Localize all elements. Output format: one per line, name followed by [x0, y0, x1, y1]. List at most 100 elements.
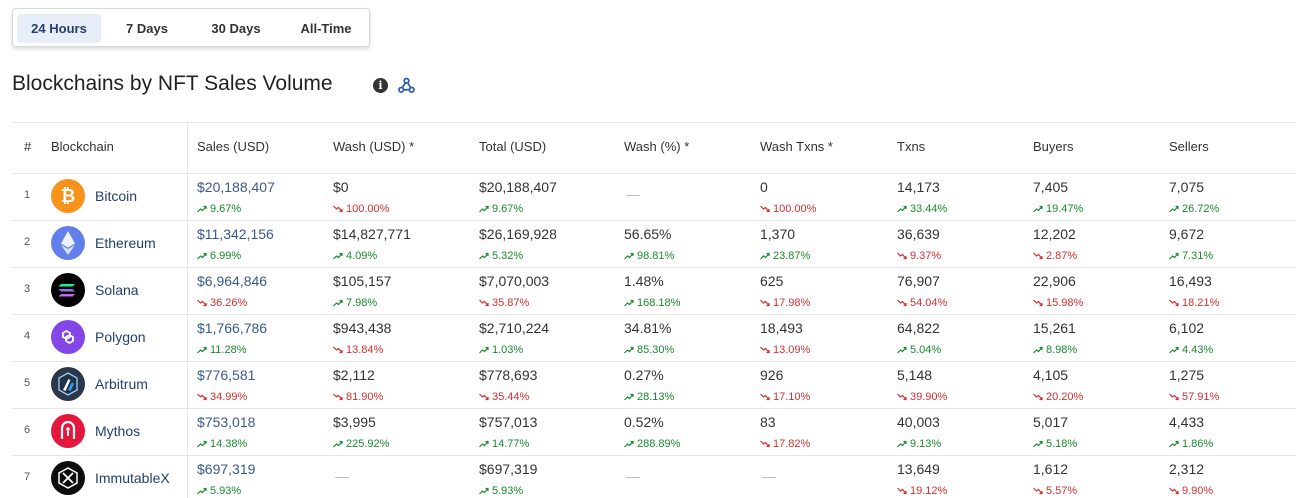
change-up-badge: 26.72% [1169, 203, 1219, 215]
column-header[interactable]: Sales (USD) [197, 139, 269, 154]
column-header: Blockchain [51, 139, 114, 154]
column-header[interactable]: Txns [897, 139, 925, 154]
row-index: 3 [24, 283, 31, 295]
sales-value[interactable]: $697,319 [197, 461, 255, 477]
column-header[interactable]: Total (USD) [479, 139, 546, 154]
blockchain-name-link[interactable]: Ethereum [95, 235, 156, 251]
time-range-tabs: 24 Hours 7 Days 30 Days All-Time [12, 8, 370, 47]
sellers-value: 7,075 [1169, 179, 1205, 195]
wash-value: $0 [333, 179, 349, 195]
change-down-badge: 34.99% [197, 391, 247, 403]
buyers-value: 4,105 [1033, 367, 1069, 383]
change-up-badge: 5.93% [479, 485, 523, 497]
total-value: $2,710,224 [479, 320, 550, 336]
change-down-badge: 5.57% [1033, 485, 1077, 497]
total-value: $26,169,928 [479, 226, 557, 242]
tab-30-days[interactable]: 30 Days [193, 14, 279, 43]
blockchain-name-link[interactable]: Polygon [95, 329, 146, 345]
change-down-badge: 2.87% [1033, 250, 1077, 262]
buyers-value: 1,612 [1033, 461, 1069, 477]
polygon-logo-icon[interactable] [51, 320, 85, 354]
column-header[interactable]: Wash (%) * [624, 139, 689, 154]
row-index: 5 [24, 377, 31, 389]
ethereum-logo-icon[interactable] [51, 226, 85, 260]
tab-all-time[interactable]: All-Time [287, 14, 365, 43]
wash-pct-value: 34.81% [624, 320, 672, 336]
sales-value[interactable]: $20,188,407 [197, 179, 275, 195]
blockchain-name-link[interactable]: Solana [95, 282, 139, 298]
arbitrum-logo-icon[interactable] [51, 367, 85, 401]
total-value: $7,070,003 [479, 273, 550, 289]
change-up-badge: 5.18% [1033, 438, 1077, 450]
change-down-badge: 35.44% [479, 391, 529, 403]
wash-txns-value: 83 [760, 414, 776, 430]
txns-value: 5,148 [897, 367, 933, 383]
change-up-badge: 14.77% [479, 438, 529, 450]
change-down-badge: 57.91% [1169, 391, 1219, 403]
info-icon[interactable]: i [373, 78, 388, 93]
change-up-badge: 288.89% [624, 438, 680, 450]
wash-pct-value: 0.52% [624, 414, 664, 430]
change-down-badge: 9.90% [1169, 485, 1213, 497]
empty-value: — [626, 468, 640, 484]
wash-value: $3,995 [333, 414, 376, 430]
mythos-logo-icon[interactable] [51, 414, 85, 448]
wash-txns-value: 625 [760, 273, 784, 289]
bitcoin-logo-icon[interactable]: ₿ [51, 179, 85, 213]
row-index: 1 [24, 189, 31, 201]
column-header[interactable]: Wash Txns * [760, 139, 833, 154]
sellers-value: 4,433 [1169, 414, 1205, 430]
change-up-badge: 28.13% [624, 391, 674, 403]
solana-logo-icon[interactable] [51, 273, 85, 307]
change-down-badge: 9.37% [897, 250, 941, 262]
column-header[interactable]: Sellers [1169, 139, 1209, 154]
change-up-badge: 9.13% [897, 438, 941, 450]
change-up-badge: 19.47% [1033, 203, 1083, 215]
sales-value[interactable]: $11,342,156 [197, 226, 274, 242]
column-header: # [24, 139, 32, 154]
change-up-badge: 7.98% [333, 297, 377, 309]
change-down-badge: 13.84% [333, 344, 383, 356]
blockchain-name-link[interactable]: Bitcoin [95, 188, 137, 204]
sales-value[interactable]: $753,018 [197, 414, 255, 430]
change-up-badge: 1.03% [479, 344, 523, 356]
change-up-badge: 6.99% [197, 250, 241, 262]
sellers-value: 2,312 [1169, 461, 1205, 477]
row-index: 2 [24, 236, 31, 248]
column-header[interactable]: Buyers [1033, 139, 1073, 154]
wash-txns-value: 1,370 [760, 226, 796, 242]
total-value: $697,319 [479, 461, 538, 477]
change-down-badge: 35.87% [479, 297, 529, 309]
change-down-badge: 18.21% [1169, 297, 1219, 309]
wash-value: $2,112 [333, 367, 375, 383]
change-down-badge: 17.82% [760, 438, 810, 450]
total-value: $757,013 [479, 414, 538, 430]
txns-value: 36,639 [897, 226, 940, 242]
sales-value[interactable]: $776,581 [197, 367, 255, 383]
buyers-value: 22,906 [1033, 273, 1076, 289]
blockchain-name-link[interactable]: Mythos [95, 423, 140, 439]
blockchain-name-link[interactable]: ImmutableX [95, 470, 170, 486]
empty-value: — [335, 468, 349, 484]
sales-value[interactable]: $6,964,846 [197, 273, 267, 289]
change-down-badge: 39.90% [897, 391, 947, 403]
change-up-badge: 98.81% [624, 250, 674, 262]
wash-txns-value: 0 [760, 179, 768, 195]
blockchain-name-link[interactable]: Arbitrum [95, 376, 148, 392]
column-header[interactable]: Wash (USD) * [333, 139, 414, 154]
buyers-value: 7,405 [1033, 179, 1069, 195]
change-up-badge: 23.87% [760, 250, 810, 262]
wash-txns-value: 18,493 [760, 320, 803, 336]
page-title: Blockchains by NFT Sales Volume [12, 72, 333, 95]
tab-7-days[interactable]: 7 Days [109, 14, 185, 43]
sales-value[interactable]: $1,766,786 [197, 320, 267, 336]
change-up-badge: 225.92% [333, 438, 389, 450]
change-down-badge: 100.00% [333, 203, 389, 215]
webhook-icon[interactable] [397, 76, 416, 95]
change-up-badge: 4.09% [333, 250, 377, 262]
wash-txns-value: 926 [760, 367, 784, 383]
sellers-value: 16,493 [1169, 273, 1212, 289]
wash-value: $14,827,771 [333, 226, 411, 242]
immutablex-logo-icon[interactable] [51, 461, 85, 495]
tab-24-hours[interactable]: 24 Hours [17, 14, 101, 43]
